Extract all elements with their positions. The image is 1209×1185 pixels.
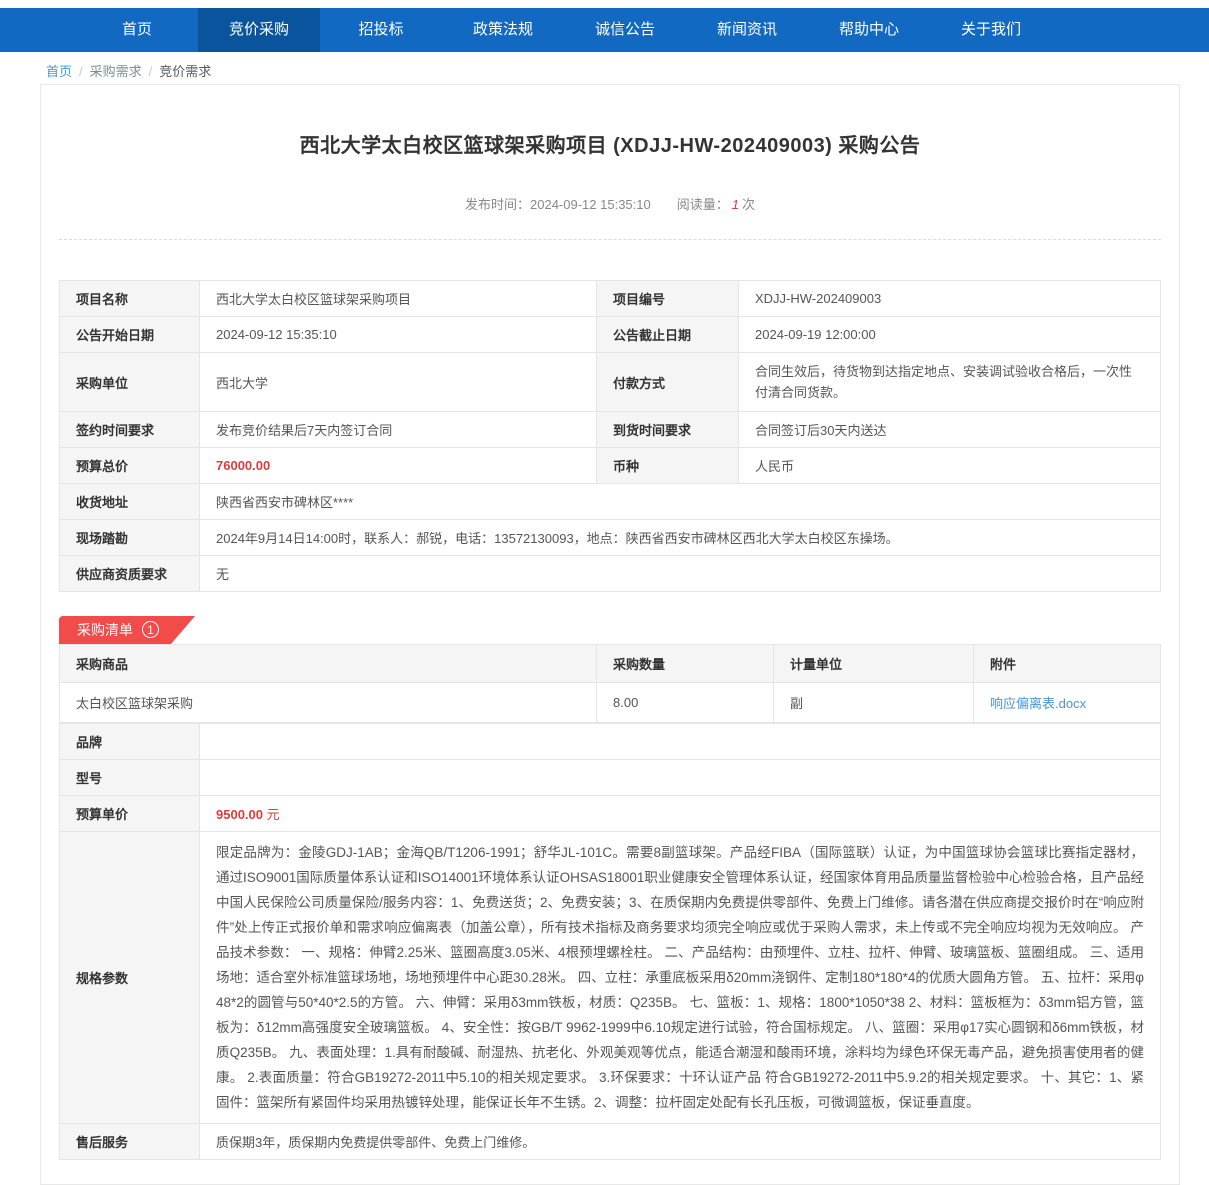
delivery-time-value: 合同签订后30天内送达 [739, 412, 1161, 448]
table-row: 现场踏勘 2024年9月14日14:00时，联系人：郝锐，电话：13572130… [60, 520, 1161, 556]
spec-params-value: 限定品牌为：金陵GDJ-1AB；金海QB/T1206-1991；舒华JL-101… [200, 832, 1161, 1124]
breadcrumb-separator: / [79, 64, 83, 79]
model-label: 型号 [60, 760, 200, 796]
table-row: 型号 [60, 760, 1161, 796]
nav-item-about-us[interactable]: 关于我们 [930, 8, 1052, 52]
announce-end-value: 2024-09-19 12:00:00 [739, 317, 1161, 353]
nav-item-help-center[interactable]: 帮助中心 [808, 8, 930, 52]
item-product-value: 太白校区篮球架采购 [60, 683, 597, 723]
site-survey-value: 2024年9月14日14:00时，联系人：郝锐，电话：13572130093，地… [200, 520, 1161, 556]
table-row: 预算单价 9500.00 元 [60, 796, 1161, 832]
purchase-list-badge: 采购清单 1 [59, 616, 195, 644]
col-header-attachment: 附件 [974, 645, 1161, 683]
breadcrumb-current: 竞价需求 [159, 64, 211, 79]
table-row: 供应商资质要求 无 [60, 556, 1161, 592]
table-row: 采购单位 西北大学 付款方式 合同生效后，待货物到达指定地点、安装调试验收合格后… [60, 353, 1161, 412]
breadcrumb-separator: / [149, 64, 153, 79]
purchase-list-badge-label: 采购清单 [77, 622, 133, 638]
after-sales-value: 质保期3年，质保期内免费提供零部件、免费上门维修。 [200, 1124, 1161, 1160]
table-row: 售后服务 质保期3年，质保期内免费提供零部件、免费上门维修。 [60, 1124, 1161, 1160]
project-name-label: 项目名称 [60, 281, 200, 317]
nav-item-home[interactable]: 首页 [76, 8, 198, 52]
unit-price-cell: 9500.00 元 [200, 796, 1161, 832]
page-title: 西北大学太白校区篮球架采购项目 (XDJJ-HW-202409003) 采购公告 [59, 85, 1161, 158]
brand-label: 品牌 [60, 724, 200, 760]
page-top-gap [0, 0, 1209, 8]
delivery-address-value: 陕西省西安市碑林区**** [200, 484, 1161, 520]
breadcrumb: 首页 / 采购需求 / 竞价需求 [0, 52, 1209, 84]
table-row: 规格参数 限定品牌为：金陵GDJ-1AB；金海QB/T1206-1991；舒华J… [60, 832, 1161, 1124]
project-name-value: 西北大学太白校区篮球架采购项目 [200, 281, 597, 317]
brand-value [200, 724, 1161, 760]
purchase-list-section-header: 采购清单 1 [59, 616, 1161, 644]
table-row: 品牌 [60, 724, 1161, 760]
nav-item-tendering[interactable]: 招投标 [320, 8, 442, 52]
spec-params-label: 规格参数 [60, 832, 200, 1124]
col-header-unit: 计量单位 [774, 645, 974, 683]
table-header-row: 采购商品 采购数量 计量单位 附件 [60, 645, 1161, 683]
nav-item-bidding-purchase[interactable]: 竞价采购 [198, 8, 320, 52]
project-number-value: XDJJ-HW-202409003 [739, 281, 1161, 317]
purchase-list-count-badge: 1 [142, 621, 159, 638]
breadcrumb-home-link[interactable]: 首页 [46, 64, 72, 79]
purchaser-label: 采购单位 [60, 353, 200, 412]
delivery-address-label: 收货地址 [60, 484, 200, 520]
table-row: 签约时间要求 发布竞价结果后7天内签订合同 到货时间要求 合同签订后30天内送达 [60, 412, 1161, 448]
breadcrumb-purchase-demand-link[interactable]: 采购需求 [90, 64, 142, 79]
model-value [200, 760, 1161, 796]
announcement-card: 西北大学太白校区篮球架采购项目 (XDJJ-HW-202409003) 采购公告… [40, 84, 1180, 1185]
payment-method-value: 合同生效后，待货物到达指定地点、安装调试验收合格后，一次性付清合同货款。 [739, 353, 1161, 412]
attachment-link[interactable]: 响应偏离表.docx [990, 696, 1086, 711]
col-header-quantity: 采购数量 [597, 645, 774, 683]
project-number-label: 项目编号 [597, 281, 739, 317]
col-header-product: 采购商品 [60, 645, 597, 683]
nav-item-integrity-notices[interactable]: 诚信公告 [564, 8, 686, 52]
unit-price-value: 9500.00 [216, 807, 263, 822]
currency-value: 人民币 [739, 448, 1161, 484]
purchase-items-table: 采购商品 采购数量 计量单位 附件 太白校区篮球架采购 8.00 副 响应偏离表… [59, 644, 1161, 723]
purchaser-value: 西北大学 [200, 353, 597, 412]
announce-start-label: 公告开始日期 [60, 317, 200, 353]
read-count-unit: 次 [742, 197, 755, 212]
total-budget-label: 预算总价 [60, 448, 200, 484]
table-row: 项目名称 西北大学太白校区篮球架采购项目 项目编号 XDJJ-HW-202409… [60, 281, 1161, 317]
item-attachment-cell: 响应偏离表.docx [974, 683, 1161, 723]
announce-end-label: 公告截止日期 [597, 317, 739, 353]
table-row: 预算总价 76000.00 币种 人民币 [60, 448, 1161, 484]
item-quantity-value: 8.00 [597, 683, 774, 723]
publish-time-value: 2024-09-12 15:35:10 [530, 197, 651, 212]
total-budget-value: 76000.00 [200, 448, 597, 484]
read-count-label: 阅读量： [677, 197, 729, 212]
signing-time-value: 发布竞价结果后7天内签订合同 [200, 412, 597, 448]
site-survey-label: 现场踏勘 [60, 520, 200, 556]
read-count-value: 1 [729, 197, 742, 212]
main-nav: 首页 竞价采购 招投标 政策法规 诚信公告 新闻资讯 帮助中心 关于我们 [0, 8, 1209, 52]
delivery-time-label: 到货时间要求 [597, 412, 739, 448]
unit-price-label: 预算单价 [60, 796, 200, 832]
supplier-qualification-value: 无 [200, 556, 1161, 592]
item-detail-table: 品牌 型号 预算单价 9500.00 元 规格参数 限定品牌为：金陵GDJ-1A… [59, 723, 1161, 1160]
nav-item-policies[interactable]: 政策法规 [442, 8, 564, 52]
table-row: 公告开始日期 2024-09-12 15:35:10 公告截止日期 2024-0… [60, 317, 1161, 353]
currency-label: 币种 [597, 448, 739, 484]
project-info-table: 项目名称 西北大学太白校区篮球架采购项目 项目编号 XDJJ-HW-202409… [59, 280, 1161, 592]
nav-item-news[interactable]: 新闻资讯 [686, 8, 808, 52]
announcement-meta: 发布时间：2024-09-12 15:35:10 阅读量：1次 [59, 194, 1161, 240]
publish-time-label: 发布时间： [465, 197, 530, 212]
unit-price-unit: 元 [267, 807, 280, 822]
announce-start-value: 2024-09-12 15:35:10 [200, 317, 597, 353]
table-row: 收货地址 陕西省西安市碑林区**** [60, 484, 1161, 520]
item-unit-value: 副 [774, 683, 974, 723]
after-sales-label: 售后服务 [60, 1124, 200, 1160]
table-row: 太白校区篮球架采购 8.00 副 响应偏离表.docx [60, 683, 1161, 723]
supplier-qualification-label: 供应商资质要求 [60, 556, 200, 592]
payment-method-label: 付款方式 [597, 353, 739, 412]
signing-time-label: 签约时间要求 [60, 412, 200, 448]
